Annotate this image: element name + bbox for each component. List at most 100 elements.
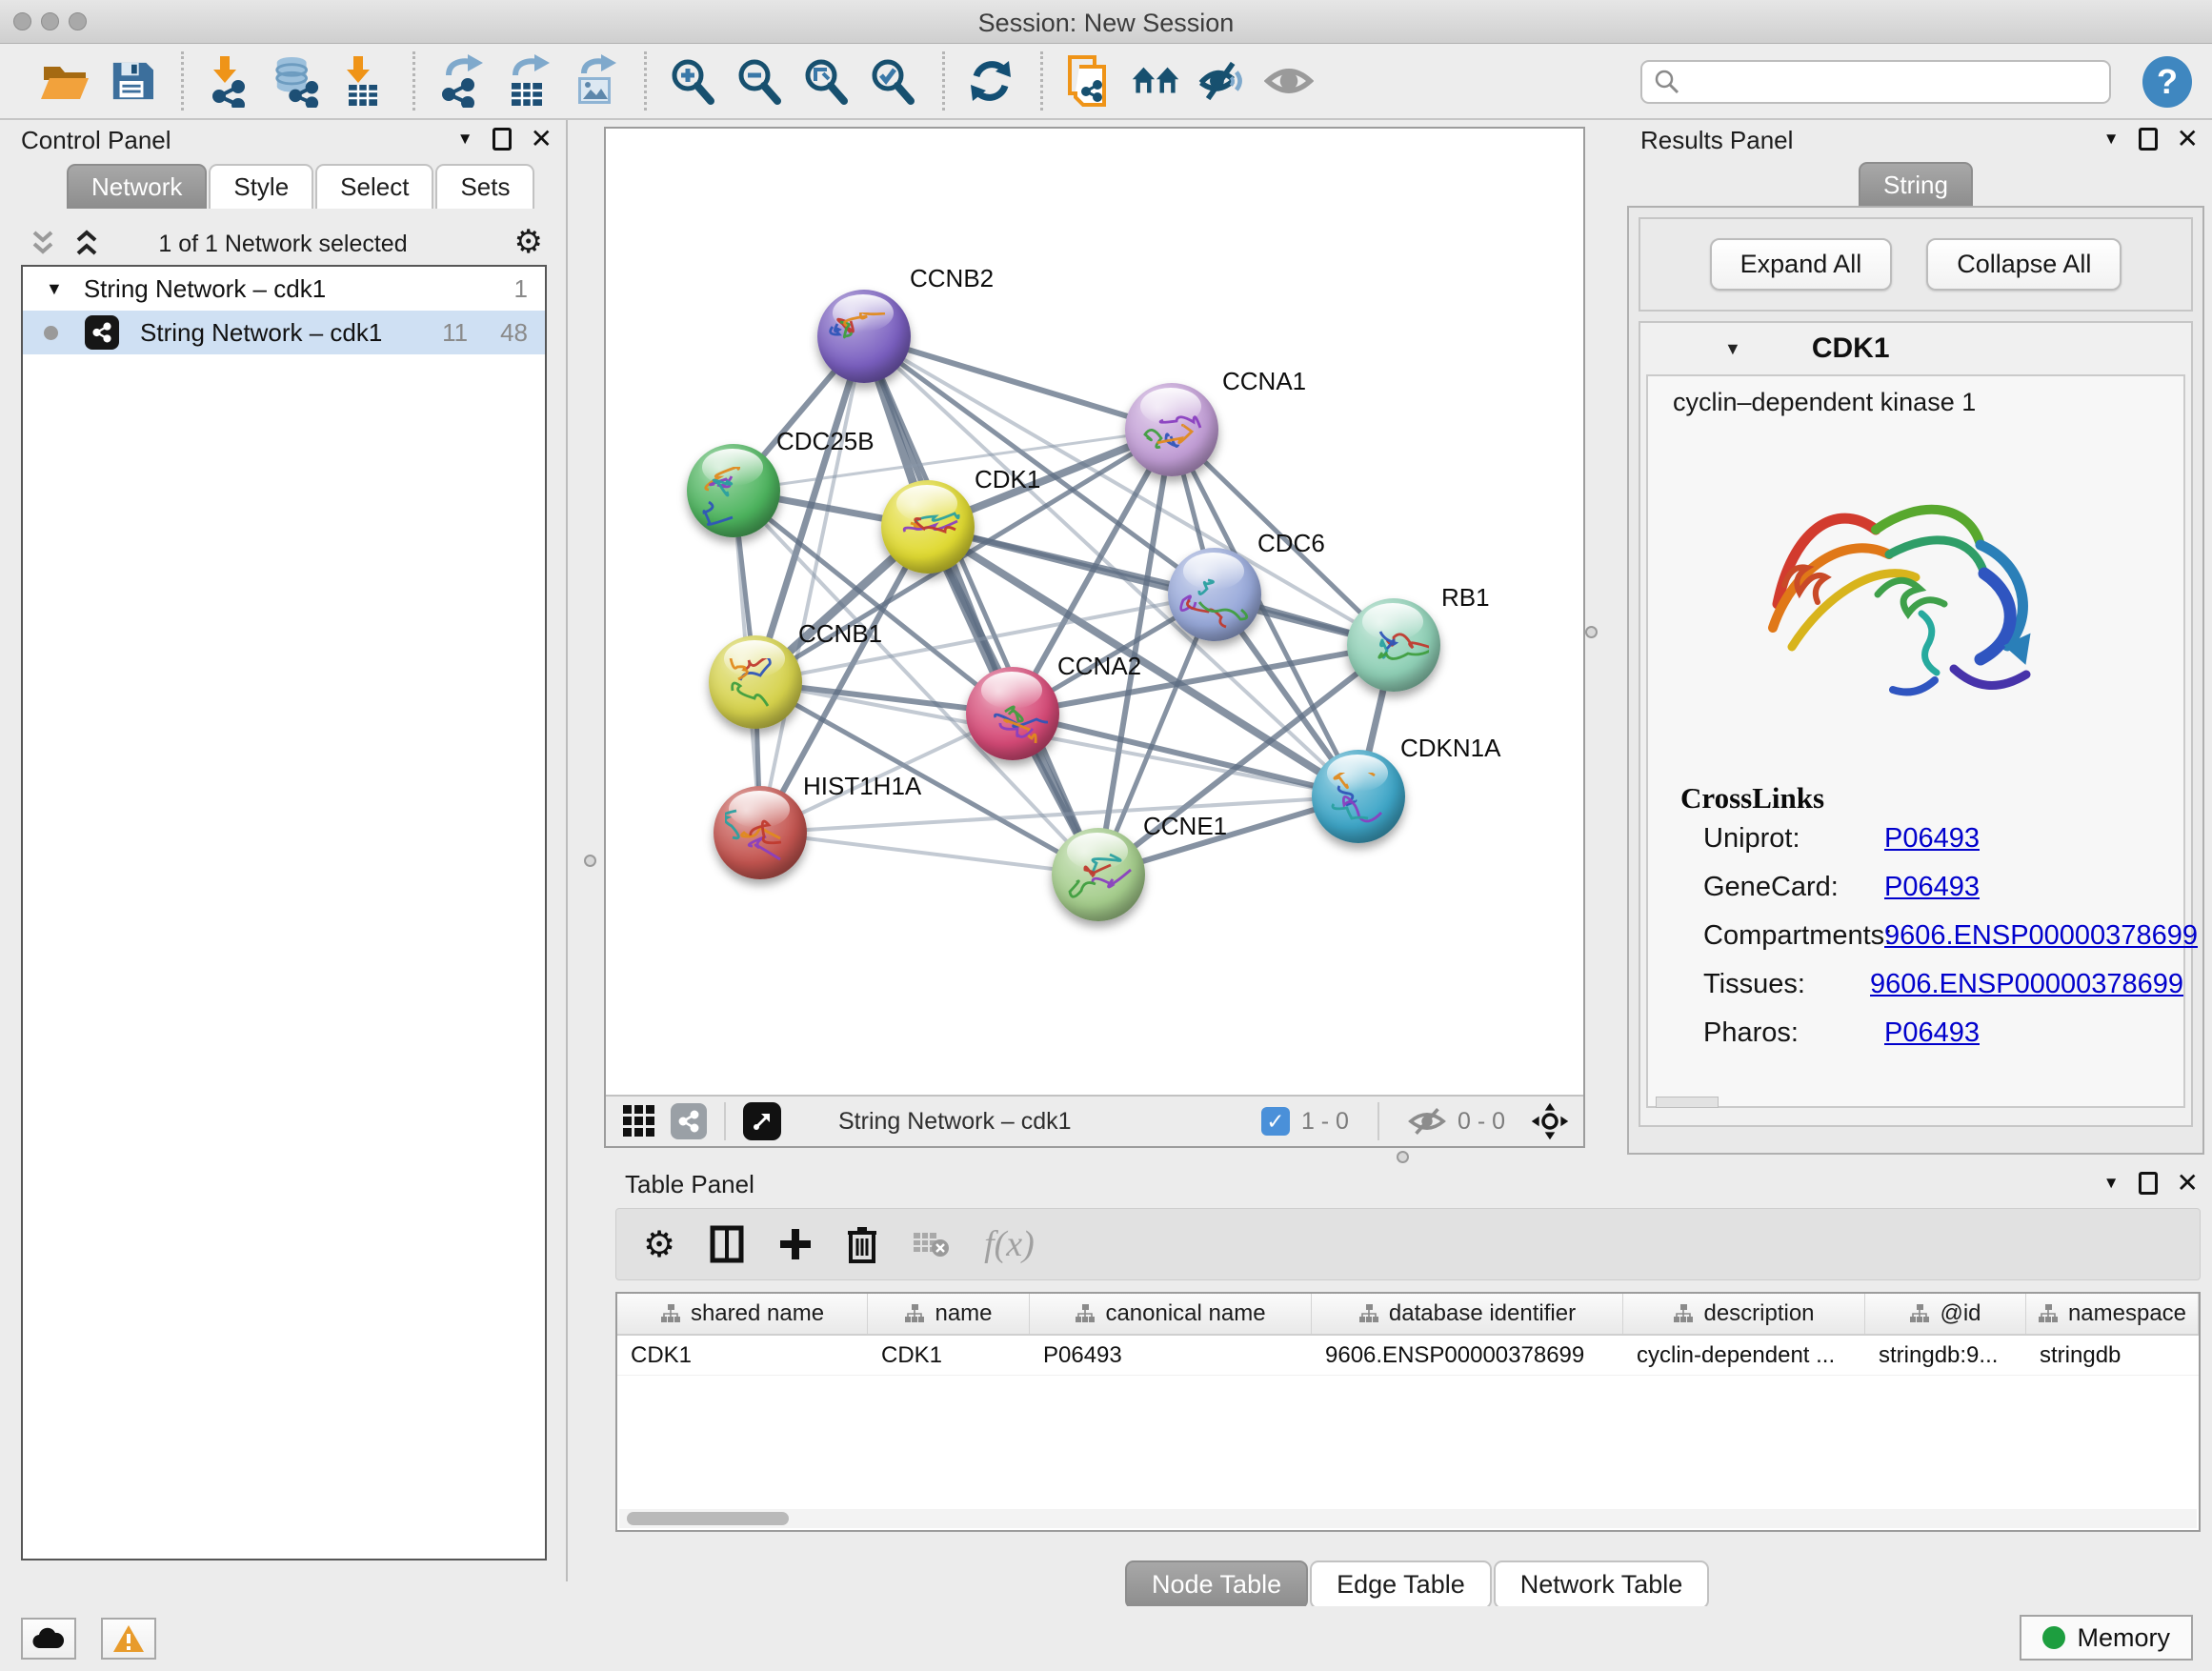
network-node-rb1[interactable] (1347, 598, 1440, 692)
scrollbar-thumb[interactable] (627, 1512, 789, 1525)
duplicate-network-icon[interactable] (1064, 54, 1114, 108)
selected-indicator-checkbox[interactable]: ✓ (1261, 1107, 1290, 1136)
network-node-cdc25b[interactable] (687, 444, 780, 537)
entry-scrollbar-thumb[interactable] (1656, 1097, 1719, 1108)
first-neighbors-icon[interactable] (1131, 54, 1180, 108)
column-header-description[interactable]: description (1623, 1294, 1865, 1334)
column-header-namespace[interactable]: namespace (2026, 1294, 2199, 1334)
network-badge-icon[interactable] (671, 1103, 707, 1139)
network-options-gear-icon[interactable]: ⚙ (514, 223, 543, 261)
tab-edge-table[interactable]: Edge Table (1310, 1560, 1492, 1609)
panel-close-icon[interactable]: ✕ (531, 126, 553, 152)
panel-collapse-icon[interactable]: ▼ (457, 130, 473, 149)
tab-node-table[interactable]: Node Table (1125, 1560, 1308, 1609)
node-label-cdk1: CDK1 (975, 465, 1040, 494)
panel-collapse-icon[interactable]: ▼ (2103, 130, 2120, 149)
right-splitter-handle[interactable] (1585, 626, 1598, 638)
panel-close-icon[interactable]: ✕ (2177, 1170, 2199, 1197)
pan-crosshair-icon[interactable] (1530, 1101, 1570, 1141)
crosslink-row: Compartments:9606.ENSP00000378699 (1703, 920, 2183, 952)
column-header-shared-name[interactable]: shared name (617, 1294, 868, 1334)
table-cell[interactable]: stringdb (2026, 1336, 2199, 1375)
zoom-fit-content-icon[interactable] (801, 54, 851, 108)
import-network-from-file-icon[interactable] (205, 54, 254, 108)
tab-string[interactable]: String (1859, 162, 1973, 207)
collapse-all-button[interactable]: Collapse All (1926, 238, 2122, 291)
table-cell[interactable]: CDK1 (617, 1336, 868, 1375)
table-type-tabs: Node TableEdge TableNetwork Table (1125, 1560, 1709, 1609)
help-icon[interactable]: ? (2142, 56, 2192, 108)
column-header-database-identifier[interactable]: database identifier (1312, 1294, 1623, 1334)
export-image-icon[interactable] (570, 54, 619, 108)
crosslink-link[interactable]: P06493 (1884, 1017, 1980, 1049)
network-node-hist1h1a[interactable] (714, 786, 807, 879)
show-all-icon[interactable] (1264, 54, 1314, 108)
search-input[interactable] (1680, 69, 2090, 95)
birds-eye-view-icon[interactable] (743, 1102, 781, 1140)
import-network-from-database-icon[interactable] (271, 54, 321, 108)
tree-expander-icon[interactable]: ▼ (46, 279, 63, 299)
panel-float-icon[interactable] (2139, 128, 2158, 151)
network-node-ccna1[interactable] (1125, 383, 1218, 476)
left-splitter-handle[interactable] (584, 855, 596, 867)
panel-close-icon[interactable]: ✕ (2177, 126, 2199, 152)
table-options-gear-icon[interactable]: ⚙ (643, 1223, 675, 1266)
network-collection-row[interactable]: ▼ String Network – cdk1 1 (23, 267, 545, 311)
panel-float-icon[interactable] (2139, 1172, 2158, 1195)
export-table-icon[interactable] (503, 54, 553, 108)
table-cell[interactable]: stringdb:9... (1865, 1336, 2026, 1375)
tab-select[interactable]: Select (315, 164, 433, 209)
delete-column-icon[interactable] (847, 1225, 877, 1263)
show-columns-icon[interactable] (710, 1225, 744, 1263)
network-node-ccna2[interactable] (966, 667, 1059, 760)
add-column-icon[interactable] (778, 1227, 813, 1261)
zoom-in-icon[interactable] (668, 54, 717, 108)
table-cell[interactable]: P06493 (1030, 1336, 1312, 1375)
warning-status-button[interactable] (101, 1618, 156, 1660)
column-header-canonical-name[interactable]: canonical name (1030, 1294, 1312, 1334)
memory-button[interactable]: Memory (2020, 1615, 2193, 1661)
tab-network[interactable]: Network (67, 164, 207, 209)
open-session-icon[interactable] (40, 54, 90, 108)
table-row[interactable]: CDK1CDK1P064939606.ENSP00000378699cyclin… (617, 1336, 2199, 1376)
table-horizontal-scrollbar (619, 1509, 2197, 1528)
table-cell[interactable]: 9606.ENSP00000378699 (1312, 1336, 1623, 1375)
network-node-cdkn1a[interactable] (1312, 750, 1405, 843)
tab-sets[interactable]: Sets (435, 164, 534, 209)
column-header--id[interactable]: @id (1865, 1294, 2026, 1334)
zoom-selected-icon[interactable] (868, 54, 917, 108)
zoom-out-icon[interactable] (734, 54, 784, 108)
network-node-cdk1[interactable] (881, 480, 975, 574)
import-table-from-file-icon[interactable] (338, 54, 388, 108)
function-builder-icon[interactable]: f(x) (984, 1223, 1035, 1265)
crosslink-link[interactable]: 9606.ENSP00000378699 (1870, 969, 2183, 1000)
network-row[interactable]: String Network – cdk1 11 48 (23, 311, 545, 354)
network-node-cdc6[interactable] (1168, 548, 1261, 641)
cloud-status-button[interactable] (21, 1618, 76, 1660)
network-node-ccnb2[interactable] (817, 290, 911, 383)
panel-float-icon[interactable] (493, 128, 512, 151)
tab-network-table[interactable]: Network Table (1494, 1560, 1710, 1609)
export-network-icon[interactable] (436, 54, 486, 108)
entry-expander-icon[interactable]: ▼ (1724, 339, 1741, 359)
grid-view-icon[interactable] (621, 1103, 657, 1139)
network-node-ccne1[interactable] (1052, 828, 1145, 921)
column-header-name[interactable]: name (868, 1294, 1030, 1334)
panel-collapse-icon[interactable]: ▼ (2103, 1174, 2120, 1193)
crosslink-row: Uniprot:P06493 (1703, 823, 2183, 855)
expand-all-button[interactable]: Expand All (1710, 238, 1893, 291)
crosslink-link[interactable]: P06493 (1884, 823, 1980, 855)
network-node-ccnb1[interactable] (709, 635, 802, 729)
crosslink-link[interactable]: 9606.ENSP00000378699 (1884, 920, 2198, 952)
delete-table-icon[interactable] (912, 1229, 950, 1259)
save-session-icon[interactable] (107, 54, 156, 108)
table-cell[interactable]: cyclin-dependent ... (1623, 1336, 1865, 1375)
crosslink-label: Tissues: (1703, 969, 1870, 1000)
crosslink-link[interactable]: P06493 (1884, 872, 1980, 903)
table-cell[interactable]: CDK1 (868, 1336, 1030, 1375)
network-canvas[interactable]: CCNB2CCNA1CDC25BCDK1CDC6RB1CCNB1CCNA2CDK… (606, 129, 1583, 1095)
hide-selected-icon[interactable] (1197, 54, 1247, 108)
tab-style[interactable]: Style (209, 164, 313, 209)
refresh-layout-icon[interactable] (966, 54, 1016, 108)
horizontal-splitter-handle[interactable] (1397, 1151, 1409, 1163)
